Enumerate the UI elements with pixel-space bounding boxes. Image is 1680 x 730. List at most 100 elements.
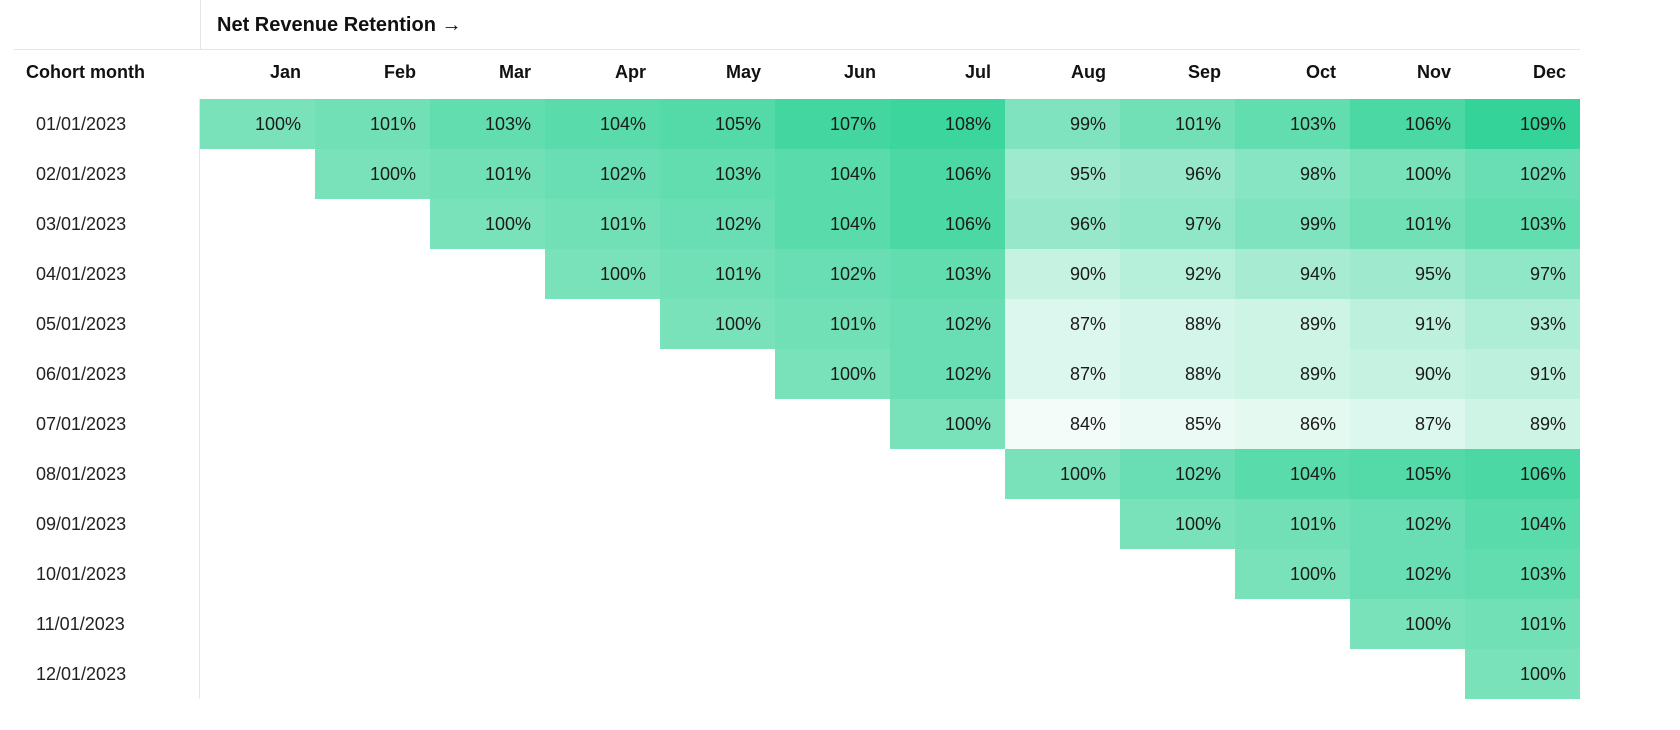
heatmap-cell bbox=[200, 399, 315, 449]
cell-value: 101% bbox=[830, 314, 876, 335]
heatmap-cell: 97% bbox=[1465, 249, 1580, 299]
heatmap-cell bbox=[545, 399, 660, 449]
heatmap-cell: 104% bbox=[545, 99, 660, 149]
table-row: 01/01/2023100%101%103%104%105%107%108%99… bbox=[14, 99, 1666, 149]
chart-title: Net Revenue Retention → bbox=[200, 0, 1580, 50]
cell-value: 96% bbox=[1070, 214, 1106, 235]
header-spacer bbox=[14, 0, 200, 50]
heatmap-cell: 101% bbox=[545, 199, 660, 249]
heatmap-cell: 100% bbox=[1350, 599, 1465, 649]
heatmap-cell bbox=[200, 599, 315, 649]
heatmap-cell bbox=[315, 249, 430, 299]
heatmap-cell bbox=[430, 499, 545, 549]
cell-value: 101% bbox=[1405, 214, 1451, 235]
table-row: 04/01/2023100%101%102%103%90%92%94%95%97… bbox=[14, 249, 1666, 299]
heatmap-cell: 108% bbox=[890, 99, 1005, 149]
cell-value: 97% bbox=[1530, 264, 1566, 285]
heatmap-cell bbox=[660, 349, 775, 399]
cohort-label: 02/01/2023 bbox=[14, 149, 200, 199]
cohort-heatmap: Net Revenue Retention → Cohort month Jan… bbox=[0, 0, 1680, 707]
heatmap-cell: 102% bbox=[660, 199, 775, 249]
heatmap-cell bbox=[200, 199, 315, 249]
heatmap-cell: 106% bbox=[890, 149, 1005, 199]
column-header: Mar bbox=[430, 50, 545, 99]
heatmap-cell bbox=[890, 549, 1005, 599]
cell-value: 93% bbox=[1530, 314, 1566, 335]
heatmap-cell: 100% bbox=[430, 199, 545, 249]
heatmap-cell bbox=[890, 599, 1005, 649]
cell-value: 101% bbox=[485, 164, 531, 185]
cohort-label: 06/01/2023 bbox=[14, 349, 200, 399]
cohort-label: 05/01/2023 bbox=[14, 299, 200, 349]
cell-value: 106% bbox=[945, 214, 991, 235]
heatmap-cell: 99% bbox=[1235, 199, 1350, 249]
heatmap-cell bbox=[200, 299, 315, 349]
heatmap-cell bbox=[545, 549, 660, 599]
heatmap-cell bbox=[775, 549, 890, 599]
heatmap-cell bbox=[545, 599, 660, 649]
table-row: 08/01/2023100%102%104%105%106% bbox=[14, 449, 1666, 499]
heatmap-cell bbox=[1005, 499, 1120, 549]
heatmap-cell: 87% bbox=[1005, 349, 1120, 399]
heatmap-cell bbox=[315, 549, 430, 599]
heatmap-cell: 103% bbox=[1465, 549, 1580, 599]
cell-value: 95% bbox=[1070, 164, 1106, 185]
heatmap-cell: 91% bbox=[1350, 299, 1465, 349]
row-header-label: Cohort month bbox=[14, 50, 200, 99]
cell-value: 106% bbox=[1520, 464, 1566, 485]
cell-value: 105% bbox=[715, 114, 761, 135]
heatmap-cell: 95% bbox=[1350, 249, 1465, 299]
heatmap-cell bbox=[430, 449, 545, 499]
heatmap-cell: 105% bbox=[1350, 449, 1465, 499]
cell-value: 88% bbox=[1185, 364, 1221, 385]
cell-value: 89% bbox=[1530, 414, 1566, 435]
heatmap-cell: 87% bbox=[1350, 399, 1465, 449]
column-header: Sep bbox=[1120, 50, 1235, 99]
cell-value: 104% bbox=[830, 214, 876, 235]
column-header: Aug bbox=[1005, 50, 1120, 99]
column-header: Nov bbox=[1350, 50, 1465, 99]
cohort-label: 10/01/2023 bbox=[14, 549, 200, 599]
table-row: 06/01/2023100%102%87%88%89%90%91% bbox=[14, 349, 1666, 399]
cohort-label: 08/01/2023 bbox=[14, 449, 200, 499]
heatmap-cell bbox=[315, 199, 430, 249]
heatmap-cell bbox=[315, 299, 430, 349]
heatmap-cell bbox=[200, 249, 315, 299]
heatmap-cell: 103% bbox=[1465, 199, 1580, 249]
heatmap-cell: 102% bbox=[890, 349, 1005, 399]
heatmap-cell: 100% bbox=[545, 249, 660, 299]
table-row: 03/01/2023100%101%102%104%106%96%97%99%1… bbox=[14, 199, 1666, 249]
heatmap-cell: 89% bbox=[1235, 299, 1350, 349]
heatmap-cell bbox=[1120, 599, 1235, 649]
heatmap-cell: 105% bbox=[660, 99, 775, 149]
cell-value: 89% bbox=[1300, 364, 1336, 385]
cell-value: 104% bbox=[830, 164, 876, 185]
heatmap-cell: 100% bbox=[775, 349, 890, 399]
cell-value: 102% bbox=[945, 364, 991, 385]
cell-value: 99% bbox=[1070, 114, 1106, 135]
heatmap-cell: 107% bbox=[775, 99, 890, 149]
heatmap-cell bbox=[200, 149, 315, 199]
heatmap-cell: 100% bbox=[660, 299, 775, 349]
heatmap-cell: 101% bbox=[1120, 99, 1235, 149]
heatmap-cell bbox=[545, 449, 660, 499]
cell-value: 101% bbox=[715, 264, 761, 285]
table-row: 12/01/2023100% bbox=[14, 649, 1666, 699]
cell-value: 100% bbox=[1405, 164, 1451, 185]
column-header: Apr bbox=[545, 50, 660, 99]
cell-value: 103% bbox=[485, 114, 531, 135]
heatmap-cell: 88% bbox=[1120, 299, 1235, 349]
chart-header: Net Revenue Retention → bbox=[14, 0, 1666, 50]
cell-value: 102% bbox=[1175, 464, 1221, 485]
heatmap-cell bbox=[315, 399, 430, 449]
heatmap-cell bbox=[430, 599, 545, 649]
cell-value: 85% bbox=[1185, 414, 1221, 435]
heatmap-cell: 103% bbox=[430, 99, 545, 149]
cell-value: 102% bbox=[1405, 514, 1451, 535]
heatmap-cell: 94% bbox=[1235, 249, 1350, 299]
table-row: 09/01/2023100%101%102%104% bbox=[14, 499, 1666, 549]
heatmap-cell: 100% bbox=[1235, 549, 1350, 599]
cell-value: 100% bbox=[370, 164, 416, 185]
cell-value: 106% bbox=[945, 164, 991, 185]
heatmap-cell: 93% bbox=[1465, 299, 1580, 349]
